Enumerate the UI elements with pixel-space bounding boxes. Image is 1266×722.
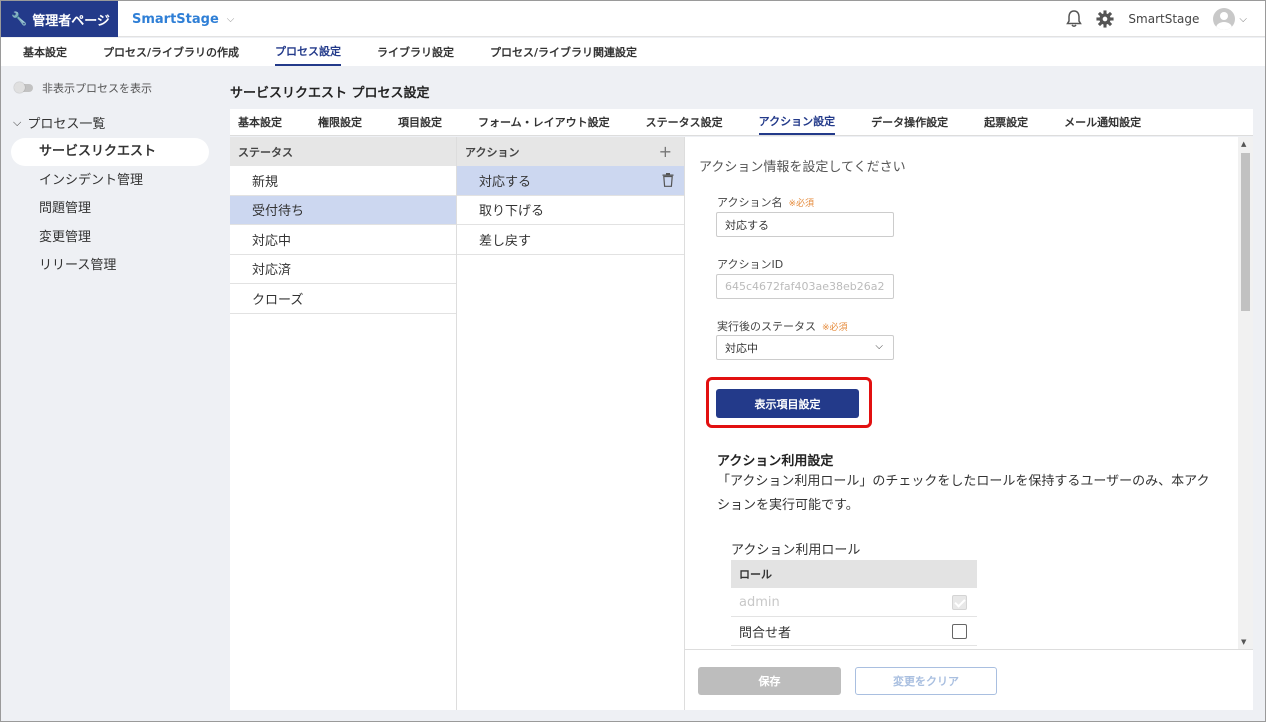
subtab-mail-notify[interactable]: メール通知設定 xyxy=(1064,108,1141,135)
tab-library-settings[interactable]: ライブラリ設定 xyxy=(377,38,454,66)
post-status-select[interactable]: 対応中 ⌵ xyxy=(716,335,894,360)
status-row-in-progress[interactable]: 対応中 xyxy=(230,225,456,255)
tab-process-library-related[interactable]: プロセス/ライブラリ関連設定 xyxy=(490,38,637,66)
status-row-new[interactable]: 新規 xyxy=(230,166,456,196)
detail-scroll-area: アクション情報を設定してください アクション名 ※必須 対応する アクションID … xyxy=(685,137,1238,649)
save-button[interactable]: 保存 xyxy=(698,667,841,695)
process-list: サービスリクエスト インシデント管理 問題管理 変更管理 リリース管理 xyxy=(11,138,209,281)
trash-icon[interactable] xyxy=(662,173,674,187)
subtab-data-operation[interactable]: データ操作設定 xyxy=(871,108,948,135)
role-name: 問合せ者 xyxy=(739,625,792,641)
subtab-action[interactable]: アクション設定 xyxy=(758,108,836,135)
action-name-label: アクション名 ※必須 xyxy=(717,196,814,209)
sidebar-item-release[interactable]: リリース管理 xyxy=(11,252,209,280)
action-role-title: アクション利用ロール xyxy=(731,543,861,558)
settings-panels: ステータス 新規 受付待ち 対応中 対応済 クローズ アクション + 対応する … xyxy=(230,137,1253,710)
add-action-icon[interactable]: + xyxy=(659,142,672,161)
tab-basic-settings[interactable]: 基本設定 xyxy=(23,38,67,66)
wrench-icon: 🔧 xyxy=(11,11,28,27)
action-detail-panel: アクション情報を設定してください アクション名 ※必須 対応する アクションID … xyxy=(685,137,1253,710)
action-usage-title: アクション利用設定 xyxy=(717,454,834,469)
status-row-done[interactable]: 対応済 xyxy=(230,255,456,284)
action-column-header: アクション + xyxy=(457,137,684,166)
subtab-status[interactable]: ステータス設定 xyxy=(646,108,723,135)
sidebar: 非表示プロセスを表示 ⌵ プロセス一覧 サービスリクエスト インシデント管理 問… xyxy=(1,66,217,721)
display-items-settings-button[interactable]: 表示項目設定 xyxy=(716,389,859,418)
process-list-header[interactable]: ⌵ プロセス一覧 xyxy=(13,113,106,133)
role-table: ロール admin 問合せ者 xyxy=(731,560,977,646)
action-row-return[interactable]: 差し戻す xyxy=(457,225,684,255)
detail-info-title: アクション情報を設定してください xyxy=(699,160,906,175)
subtab-fields[interactable]: 項目設定 xyxy=(398,108,442,135)
chevron-down-icon: ⌵ xyxy=(226,13,235,25)
tab-process-settings[interactable]: プロセス設定 xyxy=(275,38,342,66)
status-row-closed[interactable]: クローズ xyxy=(230,284,456,314)
role-table-header: ロール xyxy=(731,560,977,588)
action-usage-description: 「アクション利用ロール」のチェックをしたロールを保持するユーザーのみ、本アクショ… xyxy=(717,474,1210,513)
app-name: SmartStage xyxy=(132,11,219,27)
clear-changes-button[interactable]: 変更をクリア xyxy=(855,667,997,695)
avatar[interactable] xyxy=(1213,8,1236,30)
subtab-form-layout[interactable]: フォーム・レイアウト設定 xyxy=(478,108,610,135)
detail-scrollbar[interactable]: ▲ ▼ xyxy=(1238,137,1253,649)
user-name[interactable]: SmartStage xyxy=(1128,12,1199,26)
subtab-basic[interactable]: 基本設定 xyxy=(238,108,282,135)
show-hidden-toggle[interactable] xyxy=(14,82,33,93)
show-hidden-label: 非表示プロセスを表示 xyxy=(42,82,152,95)
action-column-title: アクション xyxy=(465,145,520,159)
admin-page-badge[interactable]: 🔧 管理者ページ xyxy=(1,1,118,37)
role-checkbox-admin xyxy=(952,595,967,610)
required-mark: ※必須 xyxy=(822,323,848,333)
sidebar-item-service-request[interactable]: サービスリクエスト xyxy=(11,138,209,166)
status-column: ステータス 新規 受付待ち 対応中 対応済 クローズ xyxy=(230,137,457,710)
role-row-admin: admin xyxy=(731,588,977,617)
detail-footer: 保存 変更をクリア xyxy=(685,649,1253,710)
chevron-down-icon: ⌵ xyxy=(875,341,883,352)
top-nav: 基本設定 プロセス/ライブラリの作成 プロセス設定 ライブラリ設定 プロセス/ラ… xyxy=(1,38,1265,66)
show-hidden-toggle-row[interactable]: 非表示プロセスを表示 xyxy=(14,80,152,96)
role-row-inquirer: 問合せ者 xyxy=(731,617,977,646)
page-title: サービスリクエスト プロセス設定 xyxy=(230,86,430,101)
process-list-label: プロセス一覧 xyxy=(27,117,106,132)
subtab-permission[interactable]: 権限設定 xyxy=(318,108,362,135)
settings-subtabs: 基本設定 権限設定 項目設定 フォーム・レイアウト設定 ステータス設定 アクショ… xyxy=(230,109,1253,136)
action-row-withdraw[interactable]: 取り下げる xyxy=(457,196,684,225)
scroll-up-arrow-icon[interactable]: ▲ xyxy=(1241,140,1246,148)
role-checkbox-inquirer[interactable] xyxy=(952,624,967,639)
action-row-label: 対応する xyxy=(479,174,532,190)
sidebar-item-incident[interactable]: インシデント管理 xyxy=(11,167,209,195)
scroll-down-arrow-icon[interactable]: ▼ xyxy=(1241,638,1246,646)
gear-icon[interactable] xyxy=(1096,10,1114,28)
admin-page-label: 管理者ページ xyxy=(32,13,110,29)
action-id-label: アクションID xyxy=(717,258,784,271)
subtab-ticket-create[interactable]: 起票設定 xyxy=(984,108,1028,135)
sidebar-item-change[interactable]: 変更管理 xyxy=(11,224,209,252)
role-name: admin xyxy=(739,594,780,610)
bell-icon[interactable] xyxy=(1066,10,1083,28)
chevron-down-icon: ⌵ xyxy=(13,115,22,129)
sidebar-item-problem[interactable]: 問題管理 xyxy=(11,195,209,223)
status-column-header: ステータス xyxy=(230,137,456,166)
post-status-value: 対応中 xyxy=(725,341,758,355)
post-status-label: 実行後のステータス ※必須 xyxy=(717,320,848,333)
scrollbar-thumb[interactable] xyxy=(1241,153,1250,311)
action-row-respond[interactable]: 対応する xyxy=(457,166,684,196)
action-name-input[interactable]: 対応する xyxy=(716,212,894,237)
action-column: アクション + 対応する 取り下げる 差し戻す xyxy=(457,137,685,710)
chevron-down-icon[interactable]: ⌵ xyxy=(1239,14,1247,25)
tab-process-library-create[interactable]: プロセス/ライブラリの作成 xyxy=(103,38,239,66)
action-id-field: 645c4672faf403ae38eb26a2 xyxy=(716,274,894,299)
status-row-waiting[interactable]: 受付待ち xyxy=(230,195,456,225)
top-bar: 🔧 管理者ページ SmartStage ⌵ SmartStage ⌵ xyxy=(1,1,1265,37)
app-switcher[interactable]: SmartStage ⌵ xyxy=(132,1,234,37)
required-mark: ※必須 xyxy=(788,199,814,209)
